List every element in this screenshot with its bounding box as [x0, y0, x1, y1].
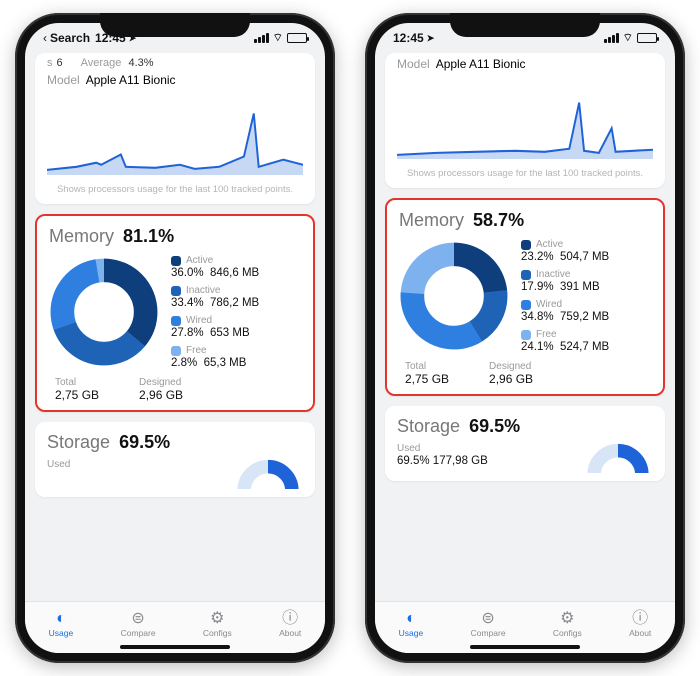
- model-value: Apple A11 Bionic: [86, 73, 176, 87]
- used-label: Used: [47, 459, 70, 470]
- status-time: 12:45: [393, 31, 424, 45]
- storage-title: Storage: [47, 432, 110, 452]
- usage-icon: ◐: [56, 611, 66, 627]
- model-label: Model: [47, 73, 80, 87]
- tab-about[interactable]: ⓘAbout: [279, 611, 301, 638]
- signal-icon: [254, 33, 269, 43]
- location-icon: ➤: [427, 33, 435, 44]
- memory-title: Memory: [399, 210, 464, 230]
- cpu-card: s6 Average 4.3% Model Apple A11 Bionic S…: [35, 53, 315, 204]
- tab-compare[interactable]: ⊜Compare: [471, 611, 506, 638]
- swatch-icon: [521, 330, 531, 340]
- storage-card: Storage 69.5% Used 69.5% 177,98 GB: [385, 406, 665, 481]
- swatch-icon: [171, 346, 181, 356]
- designed-label: Designed: [489, 361, 533, 372]
- tab-configs[interactable]: ⚙Configs: [553, 611, 582, 638]
- cpu-caption: Shows processors usage for the last 100 …: [397, 168, 653, 180]
- tab-usage[interactable]: ◐Usage: [49, 611, 74, 638]
- tab-about[interactable]: ⓘAbout: [629, 611, 651, 638]
- usage-icon: ◐: [406, 611, 416, 627]
- swatch-icon: [521, 240, 531, 250]
- battery-icon: [287, 33, 307, 43]
- cpu-sparkline: [47, 93, 303, 175]
- phone-right: 12:45 ➤ ⌔ Model Apple A11 Bionic Shows p…: [365, 13, 685, 663]
- tab-usage[interactable]: ◐Usage: [399, 611, 424, 638]
- screen: ‹ Search 12:45 ➤ ⌔ s6 Average 4.3% Model: [25, 23, 325, 653]
- used-value: 69.5% 177,98 GB: [397, 455, 488, 467]
- model-value: Apple A11 Bionic: [436, 57, 526, 71]
- about-icon: ⓘ: [632, 611, 648, 627]
- memory-donut-chart: [49, 257, 159, 367]
- back-chevron-icon[interactable]: ‹: [43, 31, 47, 45]
- compare-icon: ⊜: [481, 611, 494, 627]
- cpu-sparkline: [397, 77, 653, 159]
- storage-pct: 69.5%: [469, 416, 520, 436]
- memory-card: Memory 58.7% Active: [385, 198, 665, 396]
- total-label: Total: [55, 377, 99, 388]
- memory-pct: 58.7%: [473, 210, 524, 230]
- average-label: Average: [81, 57, 122, 69]
- memory-title: Memory: [49, 226, 114, 246]
- wifi-icon: ⌔: [273, 31, 283, 45]
- designed-value: 2,96 GB: [139, 388, 183, 402]
- storage-pct: 69.5%: [119, 432, 170, 452]
- tab-compare[interactable]: ⊜Compare: [121, 611, 156, 638]
- home-indicator[interactable]: [470, 645, 580, 649]
- memory-card: Memory 81.1% Active: [35, 214, 315, 412]
- storage-card: Storage 69.5% Used: [35, 422, 315, 497]
- total-value: 2,75 GB: [405, 372, 449, 386]
- memory-donut-chart: [399, 241, 509, 351]
- legend-item-active: Active 36.0% 846,6 MB: [171, 255, 301, 279]
- phone-left: ‹ Search 12:45 ➤ ⌔ s6 Average 4.3% Model: [15, 13, 335, 663]
- storage-title: Storage: [397, 416, 460, 436]
- memory-pct: 81.1%: [123, 226, 174, 246]
- cpu-caption: Shows processors usage for the last 100 …: [47, 184, 303, 196]
- memory-legend: Active 23.2% 504,7 MB Inactive 17.9% 391…: [521, 239, 651, 353]
- swatch-icon: [521, 270, 531, 280]
- designed-label: Designed: [139, 377, 183, 388]
- notch: [100, 13, 250, 37]
- cpu-card: Model Apple A11 Bionic Shows processors …: [385, 53, 665, 188]
- average-value: 4.3%: [128, 57, 153, 69]
- total-label: Total: [405, 361, 449, 372]
- signal-icon: [604, 33, 619, 43]
- designed-value: 2,96 GB: [489, 372, 533, 386]
- tab-configs[interactable]: ⚙Configs: [203, 611, 232, 638]
- about-icon: ⓘ: [282, 611, 298, 627]
- legend-item-inactive: Inactive 33.4% 786,2 MB: [171, 285, 301, 309]
- configs-icon: ⚙: [210, 611, 224, 627]
- cores-label: s: [47, 57, 53, 69]
- model-label: Model: [397, 57, 430, 71]
- legend-item-wired: Wired 27.8% 653 MB: [171, 315, 301, 339]
- home-indicator[interactable]: [120, 645, 230, 649]
- legend-item-wired: Wired 34.8% 759,2 MB: [521, 299, 651, 323]
- configs-icon: ⚙: [560, 611, 574, 627]
- swatch-icon: [171, 286, 181, 296]
- wifi-icon: ⌔: [623, 31, 633, 45]
- screen: 12:45 ➤ ⌔ Model Apple A11 Bionic Shows p…: [375, 23, 675, 653]
- storage-donut-partial: [583, 443, 653, 473]
- back-label[interactable]: Search: [50, 31, 90, 45]
- cores-value: 6: [57, 57, 63, 69]
- legend-item-inactive: Inactive 17.9% 391 MB: [521, 269, 651, 293]
- compare-icon: ⊜: [131, 611, 144, 627]
- memory-legend: Active 36.0% 846,6 MB Inactive 33.4% 786…: [171, 255, 301, 369]
- used-label: Used: [397, 443, 488, 454]
- notch: [450, 13, 600, 37]
- legend-item-free: Free 2.8% 65,3 MB: [171, 345, 301, 369]
- swatch-icon: [171, 316, 181, 326]
- storage-donut-partial: [233, 459, 303, 489]
- total-value: 2,75 GB: [55, 388, 99, 402]
- swatch-icon: [521, 300, 531, 310]
- battery-icon: [637, 33, 657, 43]
- legend-item-free: Free 24.1% 524,7 MB: [521, 329, 651, 353]
- legend-item-active: Active 23.2% 504,7 MB: [521, 239, 651, 263]
- swatch-icon: [171, 256, 181, 266]
